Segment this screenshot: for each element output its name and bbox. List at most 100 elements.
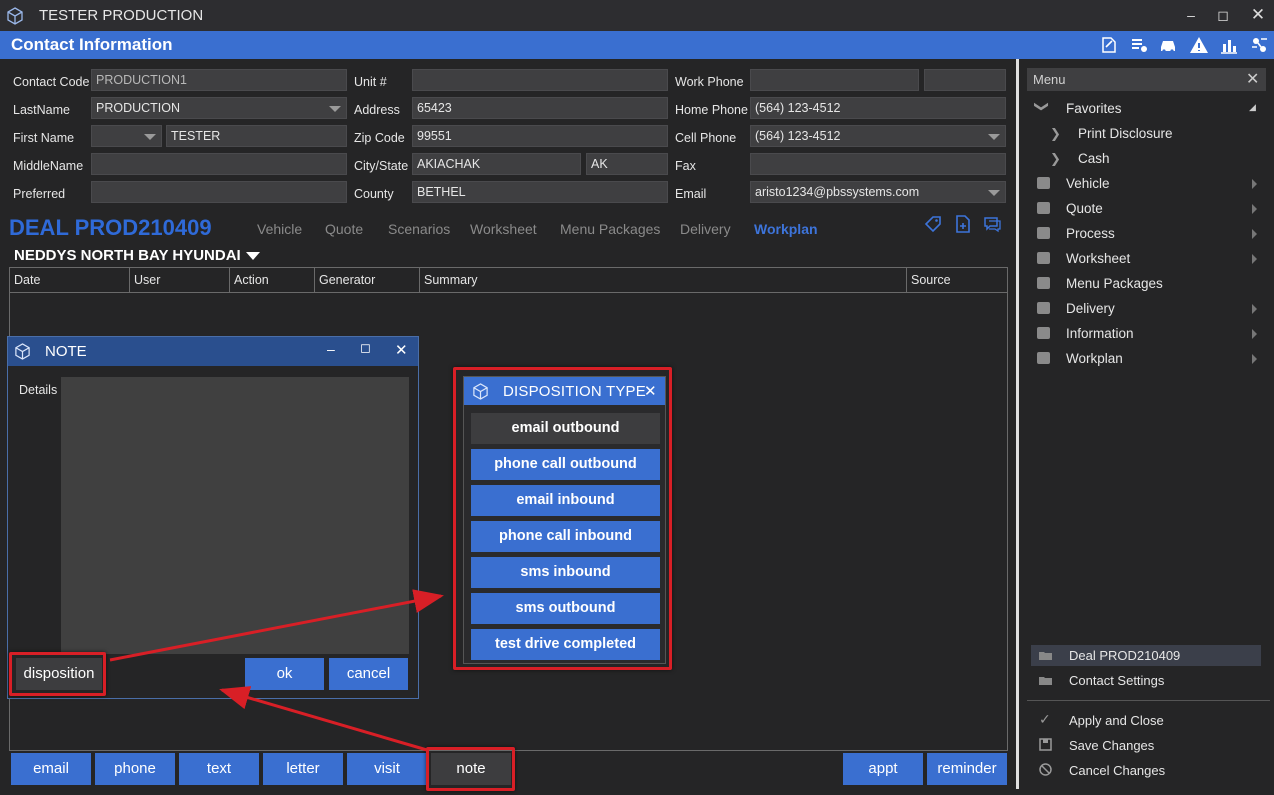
note-titlebar[interactable]: NOTE – ◻ ✕	[8, 337, 418, 366]
lastname-field[interactable]: PRODUCTION	[91, 97, 347, 119]
tab-vehicle[interactable]: Vehicle	[257, 221, 302, 237]
apply-and-close[interactable]: Apply and Close	[1069, 713, 1164, 728]
menu-item-menu-packages[interactable]: Menu Packages	[1066, 276, 1163, 291]
workphone-ext-field[interactable]	[924, 69, 1006, 91]
tab-delivery[interactable]: Delivery	[680, 221, 731, 237]
firstname-label: First Name	[13, 131, 75, 145]
column-date[interactable]: Date	[10, 268, 130, 293]
menu-item-quote[interactable]: Quote	[1066, 201, 1103, 216]
county-field[interactable]: BETHEL	[412, 181, 668, 203]
dealer-name[interactable]: NEDDYS NORTH BAY HYUNDAI	[14, 247, 241, 264]
cancel-changes[interactable]: Cancel Changes	[1069, 763, 1165, 778]
menu-item-delivery[interactable]: Delivery	[1066, 301, 1115, 316]
reminder-button[interactable]: reminder	[927, 753, 1007, 785]
unit-field[interactable]	[412, 69, 668, 91]
maximize-icon[interactable]: ◻	[360, 340, 371, 356]
column-user[interactable]: User	[130, 268, 230, 293]
tab-scenarios[interactable]: Scenarios	[388, 221, 450, 237]
folder-icon	[1039, 652, 1052, 660]
cancel-button[interactable]: cancel	[329, 658, 408, 690]
menu-item-process[interactable]: Process	[1066, 226, 1115, 241]
column-action[interactable]: Action	[230, 268, 315, 293]
appt-button[interactable]: appt	[843, 753, 923, 785]
text-button[interactable]: text	[179, 753, 259, 785]
messages-icon[interactable]	[984, 215, 1002, 233]
minimize-icon[interactable]: –	[1179, 5, 1203, 25]
chevron-right-icon[interactable]	[1252, 354, 1257, 364]
maximize-icon[interactable]: ◻	[1211, 5, 1235, 25]
tab-workplan[interactable]: Workplan	[754, 221, 818, 237]
workphone-label: Work Phone	[675, 75, 744, 89]
phone-button[interactable]: phone	[95, 753, 175, 785]
preferred-field[interactable]	[91, 181, 347, 203]
firstname-field[interactable]: TESTER	[166, 125, 347, 147]
menu-print-disclosure[interactable]: Print Disclosure	[1078, 126, 1173, 141]
menu-favorites[interactable]: Favorites	[1066, 101, 1122, 116]
visit-button[interactable]: visit	[347, 753, 427, 785]
tag-icon[interactable]	[924, 215, 942, 233]
chevron-right-icon[interactable]	[1252, 329, 1257, 339]
chevron-right-icon[interactable]: ❯	[1050, 126, 1061, 142]
column-generator[interactable]: Generator	[315, 268, 420, 293]
email-field[interactable]: aristo1234@pbssystems.com	[750, 181, 1006, 203]
middlename-field[interactable]	[91, 153, 347, 175]
chevron-right-icon[interactable]	[1252, 304, 1257, 314]
tab-menu-packages[interactable]: Menu Packages	[560, 221, 660, 237]
pencil-icon	[1037, 252, 1050, 264]
chevron-right-icon[interactable]	[1252, 254, 1257, 264]
details-textarea[interactable]	[61, 377, 409, 654]
car-icon	[1037, 177, 1050, 189]
cellphone-value: (564) 123-4512	[755, 129, 841, 143]
wrench-icon	[1037, 302, 1050, 314]
close-icon[interactable]: ✕	[1246, 69, 1259, 89]
open-deal[interactable]: Deal PROD210409	[1069, 648, 1180, 663]
minimize-icon[interactable]: –	[327, 341, 335, 357]
salutation-dropdown[interactable]	[91, 125, 162, 147]
grid-header: Date User Action Generator Summary Sourc…	[10, 268, 1007, 293]
address-field[interactable]: 65423	[412, 97, 668, 119]
chevron-down-icon[interactable]	[246, 252, 260, 260]
chevron-right-icon[interactable]: ❯	[1050, 151, 1061, 167]
chevron-right-icon[interactable]	[1252, 179, 1257, 189]
tab-quote[interactable]: Quote	[325, 221, 363, 237]
menu-item-information[interactable]: Information	[1066, 326, 1134, 341]
chevron-right-icon[interactable]	[1252, 229, 1257, 239]
fax-field[interactable]	[750, 153, 1006, 175]
chevron-down-icon[interactable]: ❯	[1033, 101, 1050, 113]
email-value: aristo1234@pbssystems.com	[755, 185, 920, 199]
document-edit-icon[interactable]	[1099, 35, 1119, 55]
warning-icon[interactable]	[1189, 35, 1209, 55]
homephone-field[interactable]: (564) 123-4512	[750, 97, 1006, 119]
list-settings-icon[interactable]	[1129, 35, 1149, 55]
workphone-field[interactable]	[750, 69, 919, 91]
letter-button[interactable]: letter	[263, 753, 343, 785]
corner-icon: ◢	[1249, 102, 1256, 112]
cellphone-field[interactable]: (564) 123-4512	[750, 125, 1006, 147]
zip-field[interactable]: 99551	[412, 125, 668, 147]
bar-chart-icon[interactable]	[1219, 35, 1239, 55]
separator	[1027, 700, 1270, 701]
save-changes[interactable]: Save Changes	[1069, 738, 1154, 753]
close-icon[interactable]: ✕	[1246, 5, 1270, 25]
chevron-right-icon[interactable]	[1252, 204, 1257, 214]
column-summary[interactable]: Summary	[420, 268, 907, 293]
cellphone-label: Cell Phone	[675, 131, 737, 145]
menu-header: Menu ✕	[1027, 68, 1266, 91]
contact-code-field[interactable]: PRODUCTION1	[91, 69, 347, 91]
new-document-icon[interactable]	[954, 215, 972, 233]
menu-item-vehicle[interactable]: Vehicle	[1066, 176, 1110, 191]
state-field[interactable]: AK	[586, 153, 668, 175]
open-contact-settings[interactable]: Contact Settings	[1069, 673, 1164, 688]
menu-cash[interactable]: Cash	[1078, 151, 1110, 166]
menu-item-workplan[interactable]: Workplan	[1066, 351, 1123, 366]
city-field[interactable]: AKIACHAK	[412, 153, 581, 175]
column-source[interactable]: Source	[907, 268, 1007, 293]
process-icon[interactable]	[1249, 35, 1269, 55]
car-icon[interactable]	[1158, 35, 1178, 55]
tab-worksheet[interactable]: Worksheet	[470, 221, 537, 237]
menu-item-worksheet[interactable]: Worksheet	[1066, 251, 1130, 266]
close-icon[interactable]: ✕	[395, 341, 408, 359]
email-button[interactable]: email	[11, 753, 91, 785]
folder-icon	[1039, 677, 1052, 685]
ok-button[interactable]: ok	[245, 658, 324, 690]
